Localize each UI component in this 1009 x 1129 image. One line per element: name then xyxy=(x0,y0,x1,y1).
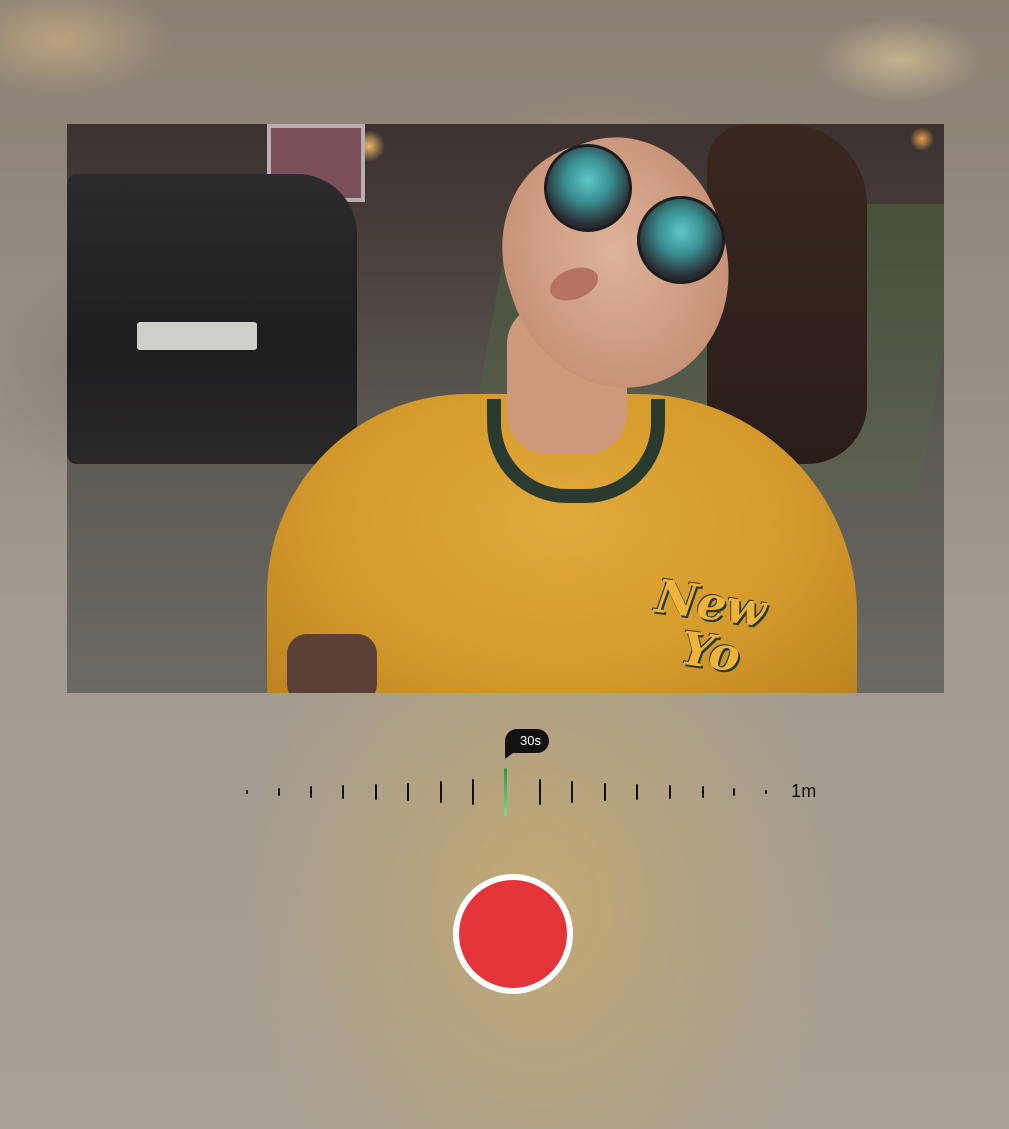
ruler-tick xyxy=(571,781,573,803)
car xyxy=(67,174,357,464)
sunglasses-left-lens xyxy=(544,144,632,232)
duration-current-marker[interactable] xyxy=(504,768,507,816)
camera-preview: New Yo xyxy=(67,124,944,693)
ruler-tick xyxy=(375,784,377,800)
ruler-tick xyxy=(310,786,312,798)
hair xyxy=(707,124,867,464)
shirt-logo-text: New Yo xyxy=(645,568,770,683)
ruler-tick xyxy=(669,785,671,799)
ruler-tick xyxy=(440,781,442,803)
ruler-tick xyxy=(342,785,344,799)
ruler-tick xyxy=(472,779,474,805)
ruler-tick xyxy=(604,783,606,801)
record-icon xyxy=(459,880,567,988)
ruler-tick xyxy=(278,788,280,796)
ruler-tick xyxy=(636,784,638,800)
duration-end-label: 1m xyxy=(791,781,817,801)
ruler-tick xyxy=(539,779,541,805)
duration-current-label: 30s xyxy=(505,729,549,759)
ruler-tick xyxy=(407,783,409,801)
ruler-tick xyxy=(246,790,248,794)
ruler-tick xyxy=(702,786,704,798)
arm-tattoo xyxy=(287,634,377,693)
ruler-tick xyxy=(765,790,767,794)
record-button[interactable] xyxy=(453,874,573,994)
ruler-tick xyxy=(733,788,735,796)
sunglasses-right-lens xyxy=(637,196,725,284)
license-plate xyxy=(137,322,257,350)
